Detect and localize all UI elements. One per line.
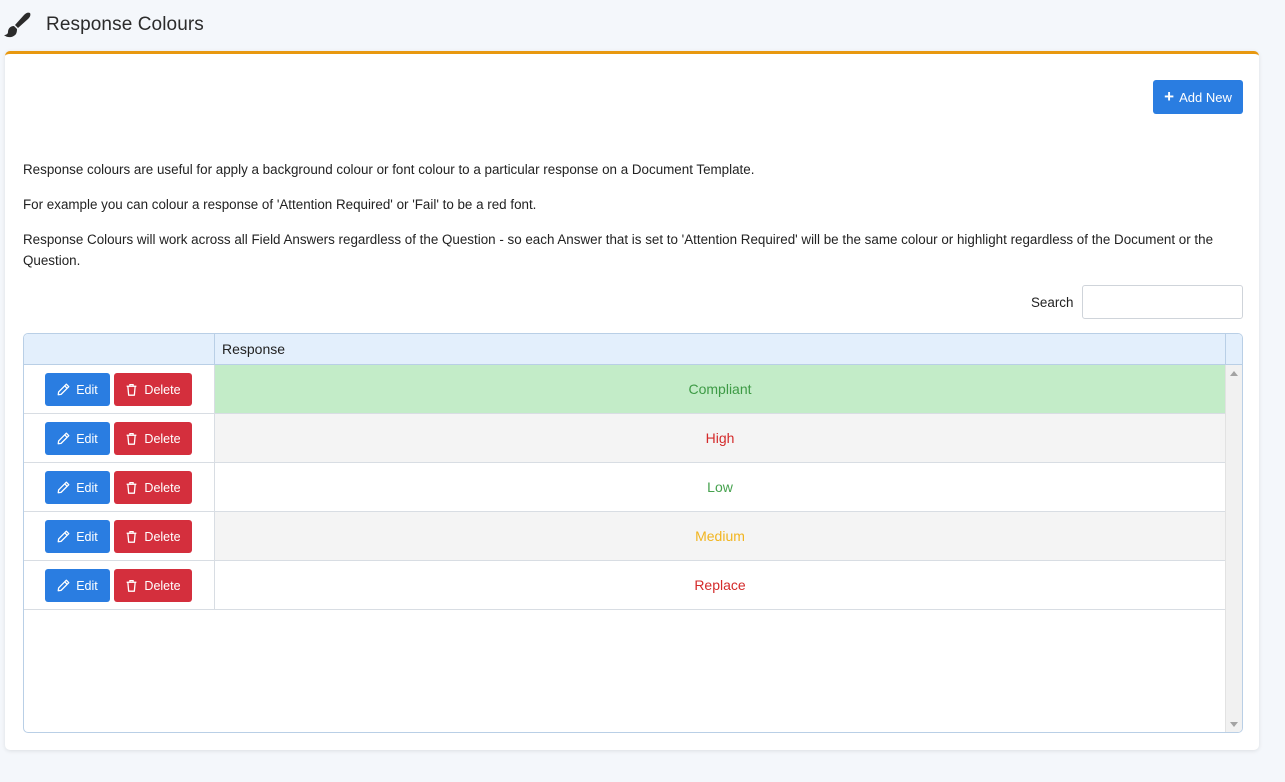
vertical-scrollbar[interactable] (1225, 365, 1242, 732)
edit-button[interactable]: Edit (45, 471, 110, 504)
pencil-icon (57, 481, 70, 494)
edit-label: Edit (76, 480, 98, 495)
paintbrush-icon (4, 12, 31, 38)
pencil-icon (57, 383, 70, 396)
add-new-button[interactable]: + Add New (1153, 80, 1243, 114)
delete-label: Delete (144, 382, 181, 397)
pencil-icon (57, 432, 70, 445)
edit-label: Edit (76, 382, 98, 397)
trash-icon (125, 432, 138, 445)
table-header: Response (24, 334, 1242, 365)
delete-button[interactable]: Delete (114, 422, 192, 455)
delete-button[interactable]: Delete (114, 520, 192, 553)
edit-button[interactable]: Edit (45, 422, 110, 455)
delete-label: Delete (144, 480, 181, 495)
delete-button[interactable]: Delete (114, 373, 192, 406)
plus-icon: + (1164, 86, 1175, 106)
description-paragraph-2: For example you can colour a response of… (23, 197, 537, 212)
row-actions: Edit Delete (24, 512, 215, 560)
table-row: Edit Delete Replace (24, 561, 1225, 610)
response-cell[interactable]: Low (215, 463, 1225, 511)
pencil-icon (57, 579, 70, 592)
delete-label: Delete (144, 529, 181, 544)
trash-icon (125, 579, 138, 592)
table-row: Edit Delete Low (24, 463, 1225, 512)
scroll-up-arrow-icon[interactable] (1230, 371, 1238, 376)
page-title: Response Colours (46, 14, 204, 35)
edit-label: Edit (76, 529, 98, 544)
search-label: Search (1031, 295, 1074, 310)
delete-label: Delete (144, 578, 181, 593)
search-input[interactable] (1082, 285, 1243, 319)
table-row: Edit Delete Compliant (24, 365, 1225, 414)
page-header: Response Colours (0, 0, 1285, 52)
scroll-down-arrow-icon[interactable] (1230, 722, 1238, 727)
trash-icon (125, 530, 138, 543)
pencil-icon (57, 530, 70, 543)
description-paragraph-1: Response colours are useful for apply a … (23, 162, 755, 177)
table-row: Edit Delete High (24, 414, 1225, 463)
actions-column-header (24, 334, 215, 365)
table-row: Edit Delete Medium (24, 512, 1225, 561)
add-new-label: Add New (1179, 89, 1232, 105)
delete-button[interactable]: Delete (114, 471, 192, 504)
response-column-header[interactable]: Response (215, 334, 1226, 365)
response-cell[interactable]: Replace (215, 561, 1225, 609)
edit-button[interactable]: Edit (45, 373, 110, 406)
response-cell[interactable]: Medium (215, 512, 1225, 560)
row-actions: Edit Delete (24, 463, 215, 511)
description-paragraph-3: Response Colours will work across all Fi… (23, 232, 1214, 268)
row-actions: Edit Delete (24, 561, 215, 609)
response-cell[interactable]: Compliant (215, 365, 1225, 413)
edit-button[interactable]: Edit (45, 520, 110, 553)
row-actions: Edit Delete (24, 365, 215, 413)
row-actions: Edit Delete (24, 414, 215, 462)
response-colours-table: Response Edit Delete Compliant Edit Delete Hi… (23, 333, 1243, 733)
edit-button[interactable]: Edit (45, 569, 110, 602)
edit-label: Edit (76, 578, 98, 593)
trash-icon (125, 383, 138, 396)
response-cell[interactable]: High (215, 414, 1225, 462)
content-card: + Add New Response colours are useful fo… (5, 51, 1259, 750)
trash-icon (125, 481, 138, 494)
table-body: Edit Delete Compliant Edit Delete High Edit Del… (24, 365, 1225, 732)
delete-label: Delete (144, 431, 181, 446)
delete-button[interactable]: Delete (114, 569, 192, 602)
edit-label: Edit (76, 431, 98, 446)
